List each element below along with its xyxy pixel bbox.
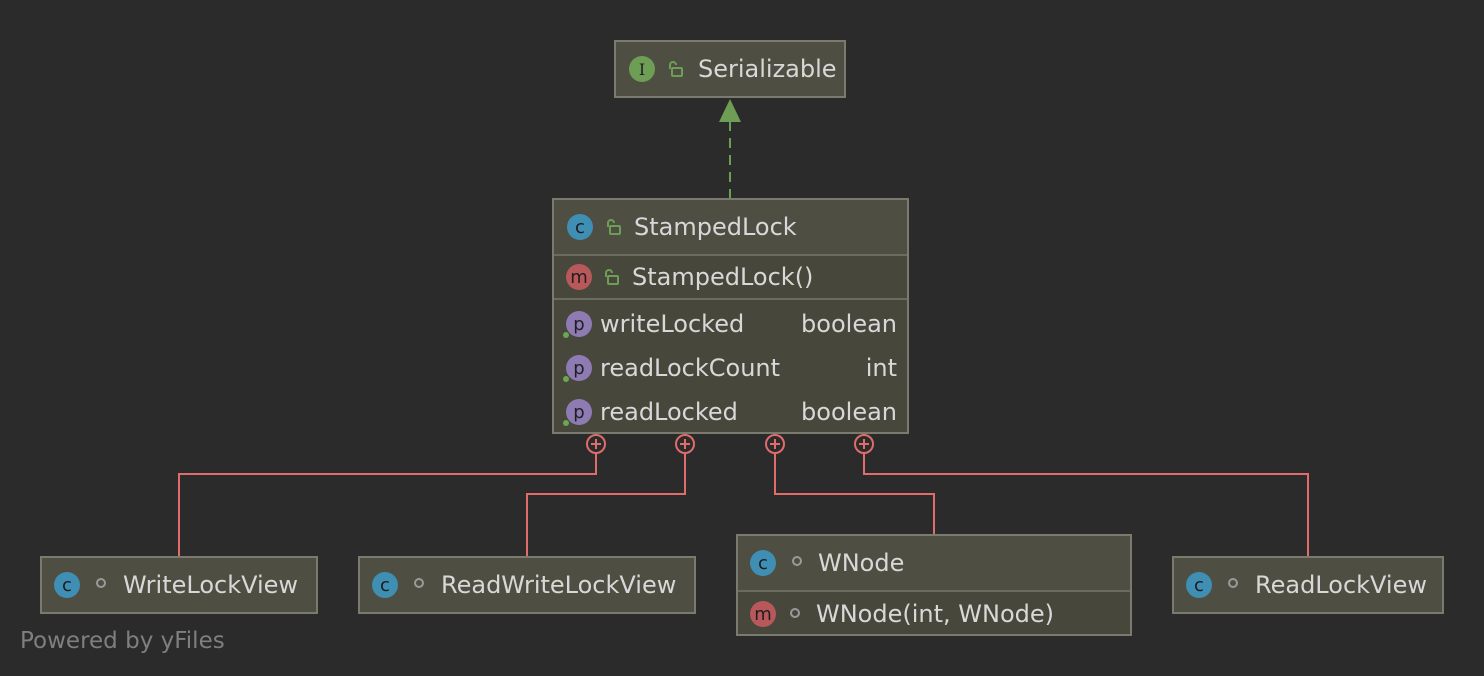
getter-pin-icon [563, 332, 569, 338]
property-row[interactable]: p writeLocked boolean [554, 302, 907, 346]
interface-icon: I [629, 56, 655, 82]
property-icon: p [566, 399, 592, 425]
interface-name: Serializable [698, 55, 837, 83]
inner-marker-2 [675, 434, 695, 454]
implements-arrowhead [719, 99, 741, 122]
serializable-header: I Serializable [616, 42, 844, 96]
constructor-row[interactable]: m StampedLock() [554, 256, 907, 298]
package-private-icon [790, 608, 800, 618]
class-name: StampedLock [634, 213, 797, 241]
inner-edge-writelockview [178, 454, 597, 558]
property-type: int [865, 354, 897, 382]
wnode-header: c WNode [738, 536, 1130, 590]
writelockview-header: c WriteLockView [42, 558, 316, 612]
property-type: boolean [801, 310, 897, 338]
property-row[interactable]: p readLocked boolean [554, 390, 907, 434]
inner-class-icon: c [372, 572, 398, 598]
public-lock-icon [607, 219, 621, 235]
writelockview-node[interactable]: c WriteLockView [40, 556, 318, 614]
inner-marker-4 [854, 434, 874, 454]
package-private-icon [792, 556, 802, 566]
constructor-label: StampedLock() [632, 263, 814, 291]
method-icon: m [566, 264, 592, 290]
inner-edge-wnode [774, 454, 935, 536]
inner-class-icon: c [1186, 572, 1212, 598]
inner-marker-1 [586, 434, 606, 454]
property-type: boolean [801, 398, 897, 426]
getter-pin-icon [563, 420, 569, 426]
inner-class-name: WNode [818, 549, 905, 577]
inner-class-name: ReadWriteLockView [441, 571, 677, 599]
serializable-node[interactable]: I Serializable [614, 40, 846, 98]
watermark: Powered by yFiles [20, 628, 225, 654]
package-private-icon [96, 578, 106, 588]
public-lock-icon [669, 61, 683, 77]
constructor-label: WNode(int, WNode) [816, 600, 1055, 628]
getter-pin-icon [563, 376, 569, 382]
inner-class-icon: c [750, 550, 776, 576]
readlockview-node[interactable]: c ReadLockView [1172, 556, 1444, 614]
wnode-node[interactable]: c WNode m WNode(int, WNode) [736, 534, 1132, 636]
property-row[interactable]: p readLockCount int [554, 346, 907, 390]
property-name: readLocked [600, 398, 738, 426]
package-private-icon [1228, 578, 1238, 588]
readwritelockview-node[interactable]: c ReadWriteLockView [358, 556, 696, 614]
public-lock-icon [605, 269, 619, 285]
property-name: readLockCount [600, 354, 781, 382]
divider [554, 298, 907, 300]
inner-edge-readwritelockview [526, 454, 686, 558]
property-icon: p [566, 355, 592, 381]
property-icon: p [566, 311, 592, 337]
stampedlock-node[interactable]: c StampedLock m StampedLock() p writeLoc… [552, 198, 909, 434]
readwritelockview-header: c ReadWriteLockView [360, 558, 694, 612]
constructor-row[interactable]: m WNode(int, WNode) [738, 592, 1130, 636]
inner-class-name: ReadLockView [1255, 571, 1427, 599]
stampedlock-header: c StampedLock [554, 200, 907, 254]
class-icon: c [567, 214, 593, 240]
package-private-icon [414, 578, 424, 588]
inner-class-name: WriteLockView [123, 571, 299, 599]
inner-class-icon: c [54, 572, 80, 598]
method-icon: m [750, 601, 776, 627]
readlockview-header: c ReadLockView [1174, 558, 1442, 612]
property-name: writeLocked [600, 310, 745, 338]
inner-marker-3 [765, 434, 785, 454]
